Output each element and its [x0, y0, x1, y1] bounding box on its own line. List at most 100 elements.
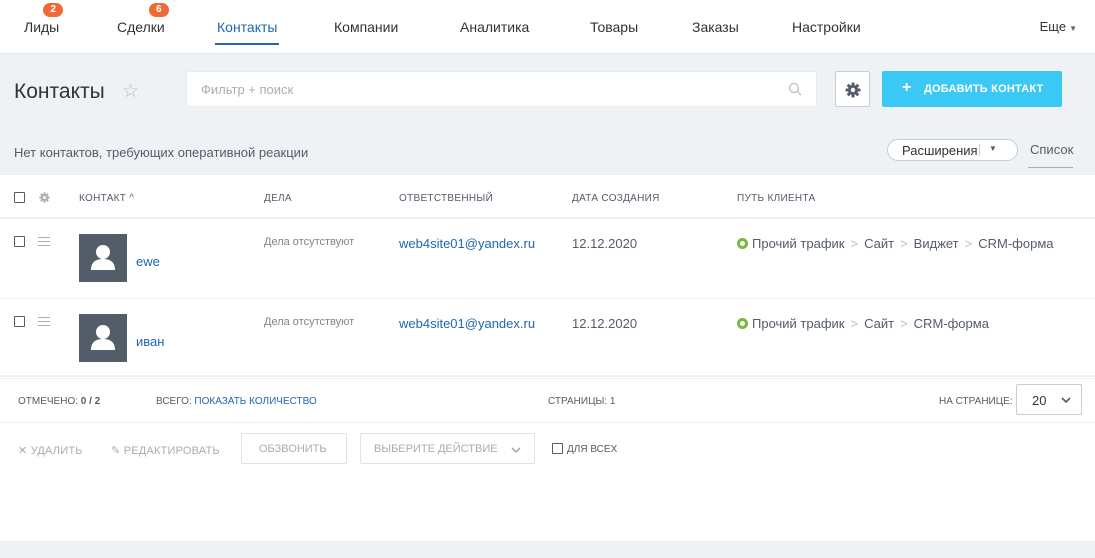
leads-count-badge: 2 [43, 3, 64, 17]
nav-item-contacts[interactable]: Контакты [215, 19, 280, 45]
sort-asc-icon: ^ [129, 193, 135, 204]
nav-item-label: Аналитика [460, 19, 530, 35]
add-contact-label: ДОБАВИТЬ КОНТАКТ [924, 83, 1044, 95]
for-all-label: ДЛЯ ВСЕХ [567, 444, 618, 455]
edit-label: РЕДАКТИРОВАТЬ [123, 445, 220, 457]
edit-button[interactable]: ✎ РЕДАКТИРОВАТЬ [111, 444, 220, 457]
gear-icon [845, 82, 861, 98]
contact-name-link[interactable]: ewe [136, 254, 160, 269]
call-button[interactable]: ОБЗВОНИТЬ [241, 433, 347, 464]
avatar[interactable] [79, 314, 127, 362]
pencil-icon: ✎ [111, 445, 121, 457]
deals-status: Дела отсутствуют [264, 316, 355, 328]
per-page-select[interactable]: 20 [1016, 384, 1082, 415]
chevron-right-icon: > [964, 236, 973, 251]
group-actions-bar: ✕ УДАЛИТЬ ✎ РЕДАКТИРОВАТЬ ОБЗВОНИТЬ ВЫБЕ… [0, 423, 1095, 473]
drag-handle-icon[interactable] [38, 237, 50, 246]
for-all-checkbox[interactable] [552, 443, 563, 454]
row-checkbox[interactable] [14, 236, 25, 247]
per-page-value: 20 [1032, 393, 1047, 408]
contact-name-link[interactable]: иван [136, 334, 164, 349]
star-icon[interactable]: ☆ [122, 80, 139, 103]
view-switch-list[interactable]: Список [1030, 142, 1073, 157]
total-label: ВСЕГО: [156, 396, 192, 407]
plus-icon: + [902, 79, 912, 96]
responsible-link[interactable]: web4site01@yandex.ru [399, 316, 535, 331]
column-header-deals[interactable]: ДЕЛА [264, 193, 292, 204]
pagination-info: СТРАНИЦЫ: 1 [548, 396, 615, 407]
column-header-created[interactable]: ДАТА СОЗДАНИЯ [572, 193, 660, 204]
nav-item-orders[interactable]: Заказы [692, 19, 739, 35]
nav-item-leads[interactable]: Лиды 2 [24, 3, 64, 35]
notice-bar: Нет контактов, требующих оперативной реа… [0, 125, 1095, 175]
page-title: Контакты [14, 80, 105, 103]
chevron-right-icon: > [850, 236, 859, 251]
nav-item-label: Контакты [217, 19, 278, 35]
call-label: ОБЗВОНИТЬ [259, 443, 327, 455]
drag-handle-icon[interactable] [38, 317, 50, 326]
column-label: КОНТАКТ [79, 193, 127, 204]
table-row: иван Дела отсутствуют web4site01@yandex.… [0, 299, 1095, 379]
selected-count: ОТМЕЧЕНО: 0 / 2 [18, 396, 100, 407]
nav-item-label: Заказы [692, 19, 739, 35]
nav-item-label: Сделки [117, 19, 165, 35]
chevron-right-icon: > [900, 236, 908, 251]
user-icon [91, 245, 115, 270]
active-tab-indicator [215, 43, 280, 45]
table-header: КОНТАКТ ^ ДЕЛА ОТВЕТСТВЕННЫЙ ДАТА СОЗДАН… [0, 175, 1095, 219]
deals-count-badge: 6 [148, 3, 169, 17]
filter-search-box [186, 71, 817, 107]
path-step: Сайт [864, 236, 895, 251]
created-date: 12.12.2020 [572, 236, 638, 251]
action-select-label: ВЫБЕРИТЕ ДЕЙСТВИЕ [374, 443, 498, 455]
settings-button[interactable] [835, 71, 870, 107]
client-path: Прочий трафик > Сайт > Виджет > CRM-форма [737, 236, 1054, 251]
responsible-link[interactable]: web4site01@yandex.ru [399, 236, 535, 251]
client-path: Прочий трафик > Сайт > CRM-форма [737, 316, 989, 331]
column-header-responsible[interactable]: ОТВЕТСТВЕННЫЙ [399, 193, 493, 204]
search-input[interactable] [187, 72, 777, 106]
selected-label: ОТМЕЧЕНО: [18, 396, 78, 407]
select-all-checkbox[interactable] [14, 192, 25, 203]
path-step: CRM-форма [978, 236, 1054, 251]
total-count: ВСЕГО: ПОКАЗАТЬ КОЛИЧЕСТВО [156, 396, 317, 407]
user-icon [91, 325, 115, 350]
nav-more-label: Еще [1039, 19, 1067, 34]
nav-item-settings[interactable]: Настройки [792, 19, 861, 35]
nav-item-companies[interactable]: Компании [334, 19, 398, 35]
row-checkbox[interactable] [14, 316, 25, 327]
extensions-button[interactable]: Расширения ▼ [887, 139, 1018, 161]
search-icon[interactable] [788, 82, 802, 96]
top-navigation: Лиды 2 Сделки 6 Контакты Компании Аналит… [0, 0, 1095, 54]
pages-value: 1 [609, 396, 616, 407]
close-icon: ✕ [18, 445, 28, 457]
show-count-link[interactable]: ПОКАЗАТЬ КОЛИЧЕСТВО [194, 396, 316, 407]
divider [979, 144, 980, 156]
nav-item-deals[interactable]: Сделки 6 [117, 3, 169, 35]
nav-item-analytics[interactable]: Аналитика [460, 19, 529, 35]
action-select[interactable]: ВЫБЕРИТЕ ДЕЙСТВИЕ [360, 433, 535, 464]
created-date: 12.12.2020 [572, 316, 638, 331]
column-header-contact[interactable]: КОНТАКТ ^ [79, 193, 134, 204]
avatar[interactable] [79, 234, 127, 282]
deals-status: Дела отсутствуют [264, 236, 355, 248]
nav-item-products[interactable]: Товары [590, 19, 638, 35]
extensions-label: Расширения [902, 143, 978, 158]
traffic-source-icon [737, 318, 748, 329]
selected-value: 0 / 2 [80, 396, 101, 407]
active-view-indicator [1028, 167, 1073, 168]
nav-item-label: Товары [590, 19, 639, 35]
path-step: Виджет [913, 236, 959, 251]
path-step: CRM-форма [913, 316, 989, 331]
path-step: Прочий трафик [752, 236, 845, 251]
caret-down-icon: ▼ [989, 144, 997, 153]
gear-icon[interactable] [39, 192, 50, 203]
pages-label: СТРАНИЦЫ: [548, 396, 608, 407]
chevron-down-icon [1061, 397, 1071, 404]
delete-button[interactable]: ✕ УДАЛИТЬ [18, 444, 83, 457]
table-row: ewe Дела отсутствуют web4site01@yandex.r… [0, 219, 1095, 299]
add-contact-button[interactable]: + ДОБАВИТЬ КОНТАКТ [882, 71, 1062, 107]
column-header-client-path[interactable]: ПУТЬ КЛИЕНТА [737, 193, 816, 204]
nav-more-menu[interactable]: Еще ▼ [1040, 19, 1077, 34]
nav-item-label: Компании [334, 19, 399, 35]
